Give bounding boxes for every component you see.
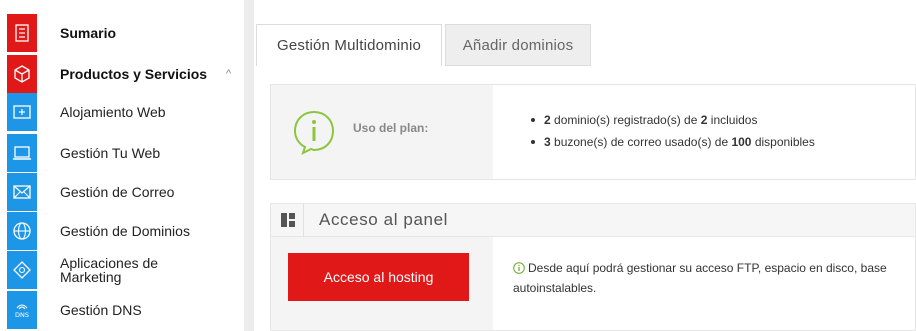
sidebar-item-sumario[interactable]: Sumario [0, 14, 244, 52]
sidebar-divider [244, 0, 254, 331]
info-small-icon [513, 262, 525, 274]
laptop-icon [7, 134, 37, 172]
info-icon [293, 110, 335, 155]
cube-icon [7, 55, 37, 93]
plan-usage-panel: Uso del plan: 2 dominio(s) registrado(s)… [270, 84, 916, 180]
marketing-icon [7, 251, 37, 289]
dns-icon: DNS [7, 291, 37, 329]
hosting-icon [7, 93, 37, 131]
mail-text: buzone(s) de correo usado(s) de [550, 135, 732, 149]
sidebar-item-label: Gestión DNS [60, 302, 142, 318]
sidebar-item-label: Gestión de Dominios [60, 223, 190, 239]
list-icon [7, 14, 37, 52]
sidebar-item-label: Alojamiento Web [60, 104, 166, 120]
list-item: 2 dominio(s) registrado(s) de 2 incluido… [531, 109, 815, 131]
panel-access: Acceso al panel Acceso al hosting Desde … [270, 203, 916, 331]
sidebar-item-gestion-web[interactable]: Gestión Tu Web [0, 134, 244, 172]
panel-access-description: Desde aquí podrá gestionar su acceso FTP… [513, 258, 916, 298]
tab-bar: Gestión Multidominio Añadir dominios [254, 24, 916, 90]
plan-usage-list: 2 dominio(s) registrado(s) de 2 incluido… [531, 109, 815, 153]
dashboard-icon [281, 213, 295, 227]
sidebar-item-label: Productos y Servicios [60, 66, 208, 82]
hosting-access-button[interactable]: Acceso al hosting [288, 253, 469, 301]
sidebar-item-dominios[interactable]: Gestión de Dominios [0, 212, 244, 250]
list-item: 3 buzone(s) de correo usado(s) de 100 di… [531, 131, 815, 153]
domains-suffix: incluidos [707, 113, 758, 127]
mail-total-count: 100 [731, 135, 752, 149]
tab-gestion-multidominio[interactable]: Gestión Multidominio [256, 24, 442, 66]
domains-text: dominio(s) registrado(s) de [550, 113, 701, 127]
chevron-up-icon[interactable]: ^ [226, 55, 231, 93]
plan-usage-label: Uso del plan: [353, 121, 429, 135]
main-content: Gestión Multidominio Añadir dominios Uso… [254, 0, 916, 331]
sidebar-item-correo[interactable]: Gestión de Correo [0, 173, 244, 211]
mail-suffix: disponibles [751, 135, 815, 149]
sidebar-item-marketing[interactable]: Aplicaciones de Marketing [0, 251, 244, 289]
plan-usage-label-area: Uso del plan: [271, 85, 493, 179]
sidebar-item-productos[interactable]: Productos y Servicios ^ [0, 55, 244, 93]
sidebar-item-dns[interactable]: DNS Gestión DNS [0, 291, 244, 329]
sidebar: Sumario Productos y Servicios ^ Alojamie… [0, 0, 244, 331]
header-separator [303, 204, 304, 236]
tab-anadir-dominios[interactable]: Añadir dominios [445, 24, 591, 66]
svg-text:DNS: DNS [15, 311, 29, 319]
panel-access-title: Acceso al panel [319, 210, 449, 229]
mail-icon [7, 173, 37, 211]
domains-used-count: 2 [544, 113, 551, 127]
description-line1: Desde aquí podrá gestionar su acceso FTP… [528, 261, 887, 275]
sidebar-item-label: Sumario [60, 25, 117, 41]
sidebar-item-label-line1: Aplicaciones de [60, 255, 159, 271]
sidebar-item-label: Gestión de Correo [60, 184, 175, 200]
panel-access-header: Acceso al panel [271, 204, 915, 237]
sidebar-item-label: Gestión Tu Web [60, 145, 161, 161]
sidebar-item-alojamiento[interactable]: Alojamiento Web [0, 93, 244, 131]
description-line2: autoinstalables. [513, 281, 597, 295]
globe-icon [7, 212, 37, 250]
sidebar-item-label: Aplicaciones de Marketing [60, 251, 158, 289]
mail-used-count: 3 [544, 135, 551, 149]
sidebar-item-label-line2: Marketing [60, 269, 122, 285]
